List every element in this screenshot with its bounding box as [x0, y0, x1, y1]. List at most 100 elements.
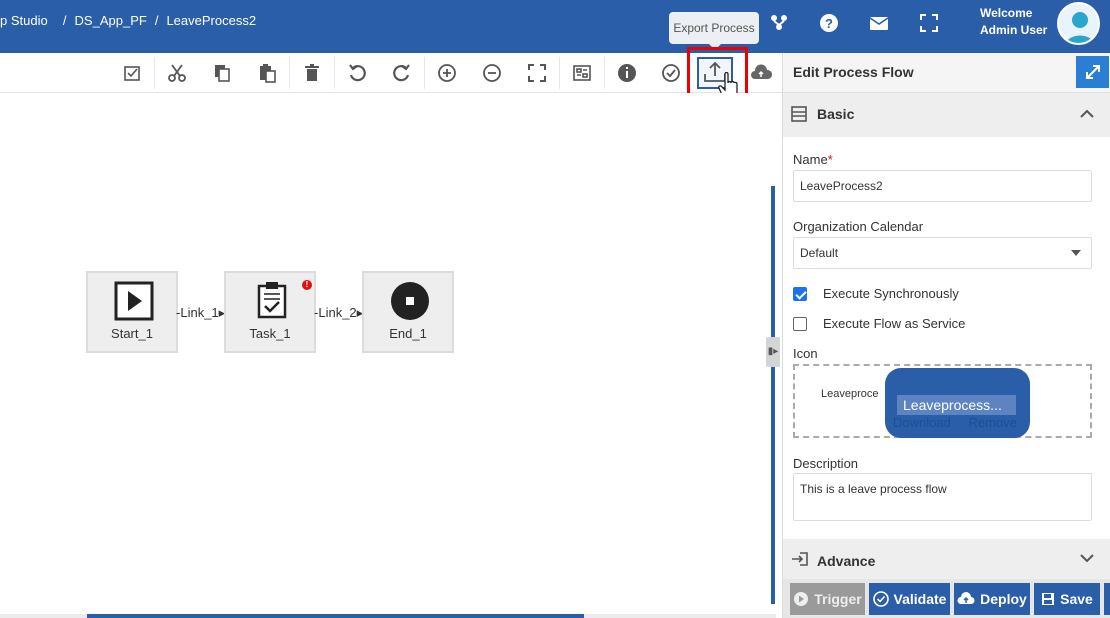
link-text: Link_2 [318, 305, 357, 320]
panel-layout-icon [791, 106, 807, 127]
icon-remove-link[interactable]: Remove [968, 415, 1016, 430]
node-end[interactable]: End_1 [362, 271, 454, 353]
description-textarea[interactable]: This is a leave process flow [793, 473, 1092, 521]
expand-icon [1085, 65, 1100, 79]
link-label[interactable]: -Link_1▸ [176, 305, 225, 321]
info-icon[interactable] [612, 59, 642, 87]
scrollbar-thumb[interactable] [87, 614, 584, 618]
save-icon [1042, 593, 1055, 605]
icon-download-link[interactable]: Download [893, 415, 951, 430]
workflow-icon[interactable] [768, 12, 792, 36]
play-circle-icon [794, 592, 809, 606]
exec-service-checkbox[interactable] [793, 317, 807, 331]
edit-process-panel: Edit Process Flow Basic Name* LeaveProce… [782, 53, 1110, 618]
toolbar-divider [424, 57, 425, 89]
process-canvas[interactable]: Start_1 -Link_1▸ ! Task_1 -Link_2▸ End_1… [0, 93, 780, 618]
cut-icon[interactable] [162, 59, 192, 87]
more-button[interactable] [1104, 583, 1110, 615]
fullscreen-icon[interactable] [918, 12, 942, 36]
node-label: End_1 [389, 326, 427, 341]
section-advance[interactable]: Advance [783, 539, 1110, 579]
icon-dropzone[interactable]: Leaveproce Leaveprocess... Download Remo… [793, 364, 1092, 438]
description-label: Description [793, 456, 859, 471]
deploy-button[interactable]: Deploy [954, 583, 1030, 615]
stop-icon [390, 281, 430, 324]
icon-label: Icon [793, 346, 818, 361]
node-task[interactable]: ! Task_1 [224, 271, 316, 353]
save-label: Save [1060, 591, 1093, 607]
delete-icon[interactable] [297, 59, 327, 87]
icon-popup-filename: Leaveprocess... [897, 395, 1016, 415]
check-circle-icon [872, 591, 889, 607]
top-bar: p Studio / DS_App_PF / LeaveProcess2 ? W… [0, 0, 1110, 53]
panel-footer: Trigger Validate Deploy Save [783, 579, 1110, 618]
calendar-value: Default [800, 246, 839, 260]
mail-icon[interactable] [868, 12, 892, 36]
toolbar-divider [289, 57, 290, 89]
breadcrumb-studio[interactable]: p Studio [0, 13, 48, 28]
link-text: Link_1 [180, 305, 219, 320]
vertical-scrollbar[interactable] [771, 186, 775, 604]
copy-icon[interactable] [207, 59, 237, 87]
toolbar-divider [559, 57, 560, 89]
panel-header: Edit Process Flow [783, 53, 1110, 93]
fit-icon[interactable] [522, 59, 552, 87]
expand-button[interactable] [1076, 56, 1109, 88]
exec-service-label: Execute Flow as Service [823, 316, 966, 331]
horizontal-scrollbar[interactable] [0, 614, 776, 618]
validate-button[interactable]: Validate [869, 583, 950, 615]
name-input[interactable]: LeaveProcess2 [793, 170, 1092, 202]
zoom-in-icon[interactable] [432, 59, 462, 87]
exec-sync-checkbox[interactable] [793, 287, 807, 301]
section-title: Advance [817, 553, 876, 569]
node-start[interactable]: Start_1 [86, 271, 178, 353]
name-label: Name* [793, 152, 833, 167]
node-label: Task_1 [249, 326, 291, 341]
trigger-button[interactable]: Trigger [790, 583, 865, 615]
cloud-icon[interactable] [746, 59, 776, 87]
icon-actions: Download Remove [893, 415, 1031, 430]
zoom-out-icon[interactable] [477, 59, 507, 87]
chevron-up-icon[interactable] [1079, 107, 1095, 125]
overview-icon[interactable] [567, 59, 597, 87]
undo-icon[interactable] [342, 59, 372, 87]
canvas-toolbar [0, 53, 782, 93]
link-label[interactable]: -Link_2▸ [314, 305, 363, 321]
breadcrumb-separator: / [55, 13, 67, 28]
node-label: Start_1 [111, 326, 153, 341]
toolbar-divider [154, 57, 155, 89]
save-button[interactable]: Save [1034, 583, 1100, 615]
export-tooltip: Export Process [669, 12, 759, 50]
name-label-text: Name [793, 152, 828, 167]
validate-icon[interactable] [656, 59, 686, 87]
calendar-label: Organization Calendar [793, 219, 924, 234]
error-badge[interactable]: ! [302, 280, 312, 290]
play-icon [114, 281, 154, 324]
welcome-label: Welcome [980, 6, 1033, 20]
exec-sync-label: Execute Synchronously [823, 286, 959, 301]
required-marker: * [827, 152, 833, 167]
toolbar-divider [334, 57, 335, 89]
validate-label: Validate [893, 591, 947, 607]
paste-icon[interactable] [252, 59, 282, 87]
icon-filename: Leaveproce [821, 388, 879, 400]
breadcrumb: p Studio / DS_App_PF / LeaveProcess2 [0, 13, 256, 28]
breadcrumb-process[interactable]: LeaveProcess2 [166, 13, 256, 28]
svg-text:?: ? [825, 16, 833, 31]
panel-collapse-handle[interactable]: ▮▸ [766, 337, 780, 367]
chevron-down-icon [1071, 250, 1081, 256]
select-all-icon[interactable] [117, 59, 147, 87]
cloud-upload-icon [957, 592, 975, 604]
avatar[interactable] [1057, 2, 1100, 45]
trigger-label: Trigger [814, 591, 862, 607]
redo-icon[interactable] [387, 59, 417, 87]
welcome-text: Welcome Admin User [980, 5, 1047, 39]
panel-title: Edit Process Flow [793, 64, 914, 80]
chevron-down-icon[interactable] [1079, 551, 1095, 569]
breadcrumb-app[interactable]: DS_App_PF [75, 13, 147, 28]
help-icon[interactable]: ? [818, 12, 842, 36]
clipboard-check-icon [256, 281, 288, 322]
calendar-select[interactable]: Default [793, 237, 1092, 269]
deploy-label: Deploy [980, 591, 1027, 607]
section-basic[interactable]: Basic [783, 93, 1110, 137]
